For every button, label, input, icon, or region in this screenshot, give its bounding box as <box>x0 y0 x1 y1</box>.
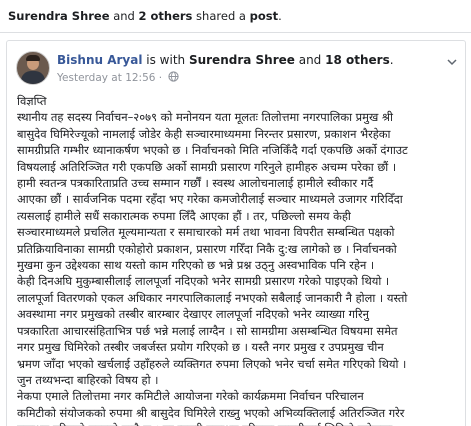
chevron-down-icon[interactable] <box>447 57 457 67</box>
post-text-line: अवस्थामा नगर प्रमुखको तस्बीर बारम्बार दे… <box>17 307 369 322</box>
author-line-end: . <box>389 53 394 67</box>
post-text-line: आएका छौं । सार्वजनिक पदमा रहँदा भए गरेका… <box>17 192 403 207</box>
post-text-line: प्रकाशन गरिएको घटनाले ताजै छ । तर त्यसरी… <box>17 421 457 426</box>
post-text-line: हामी स्वतन्त्र पत्रकारिताप्रति उच्च सम्म… <box>17 176 374 191</box>
post-text-line: मुखमा कुन उद्देश्यका साथ यस्तो काम गरिएक… <box>17 258 375 273</box>
post-text-line: स्थानीय तह सदस्य निर्वाचन–२०७९ को मनोनयन… <box>17 110 393 125</box>
post-text-line: भ्रमण जाँदा भएको खर्चलाई उहाँहरुले व्यक्… <box>17 356 407 371</box>
is-with-text: is with <box>142 53 189 67</box>
post-text-line: पत्रकारिता आचारसंहिताभित्र पर्छ भन्ने मल… <box>17 323 398 338</box>
avatar[interactable] <box>16 51 50 85</box>
author-name-link[interactable]: Bishnu Aryal <box>57 53 142 67</box>
post-text-line: लालपूर्जा वितरणको एकल अधिकार नगरपालिकाला… <box>17 290 408 305</box>
post-text-line: केही दिनअघि मुकुम्बासीलाई लालपूर्जा नदिए… <box>17 274 390 289</box>
post-header: Bishnu Aryal is with Surendra Shree and … <box>7 41 465 91</box>
tagged-person-link[interactable]: Surendra Shree <box>189 53 295 67</box>
post-meta: Yesterday at 12:56 · <box>57 71 180 84</box>
share-text-and: and <box>109 9 139 23</box>
post-text-line: कमिटीको संयोजकको रुपमा श्री बासुदेव घिमि… <box>17 405 405 420</box>
post-text: विज्ञप्ति स्थानीय तह सदस्य निर्वाचन–२०७९ … <box>17 93 457 426</box>
post-card: Bishnu Aryal is with Surendra Shree and … <box>6 40 466 426</box>
sharer-name-link[interactable]: Surendra Shree <box>8 9 110 23</box>
and-text: and <box>294 53 326 67</box>
post-text-line: सामग्रीप्रति गम्भीर ध्यानाकर्षण भएको छ ।… <box>17 143 408 158</box>
tagged-others-link[interactable]: 18 others <box>325 53 390 67</box>
share-header: Surendra Shree and 2 others shared a pos… <box>0 0 471 33</box>
post-text-line: नगर प्रमुख घिमिरेको तस्बीर जबर्जस्त प्रय… <box>17 340 384 355</box>
post-text-line: प्रतिक्रियाविनाका सामग्री एकोहोरो प्रकाश… <box>17 241 397 256</box>
shared-post-link[interactable]: post <box>250 9 278 23</box>
post-text-line: विषयलाई अतिरिञ्जित गरी एकपछि अर्को सामग्… <box>17 159 397 174</box>
timestamp-link[interactable]: Yesterday at 12:56 · <box>57 72 162 84</box>
sharer-others-link[interactable]: 2 others <box>139 9 193 23</box>
post-text-line: विज्ञप्ति <box>17 94 47 108</box>
author-line: Bishnu Aryal is with Surendra Shree and … <box>57 53 394 67</box>
post-text-line: नेकपा एमाले तिलोत्तमा नगर कमिटीले आयोजना… <box>17 389 364 404</box>
share-text-action: shared a <box>192 9 250 23</box>
post-text-line: बासुदेव घिमिरेज्यूको नामलाई जोडेर केही स… <box>17 126 391 141</box>
globe-icon[interactable] <box>168 71 180 82</box>
post-text-line: सञ्चारमाध्यमले प्रचलित मूल्यमान्यता र सम… <box>17 225 395 240</box>
post-text-line: जुन तथ्यभन्दा बाहिरको विषय हो । <box>17 372 159 387</box>
share-text-end: . <box>278 9 282 23</box>
post-text-line: त्यसलाई हामीले सधैं सकारात्मक रुपमा लिँद… <box>17 208 351 223</box>
